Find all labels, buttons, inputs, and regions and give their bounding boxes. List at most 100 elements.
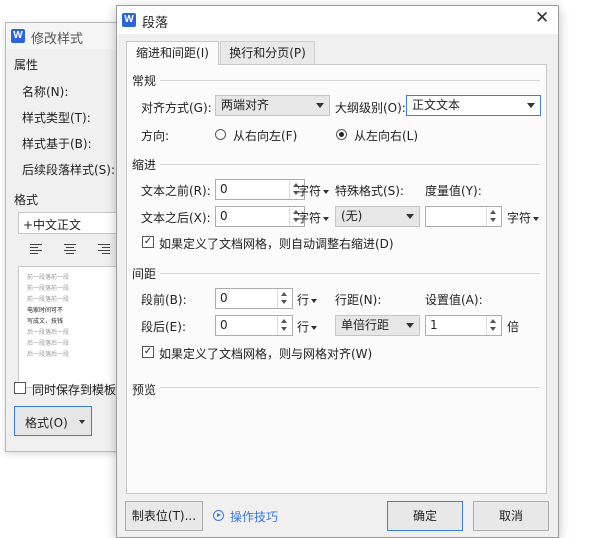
chevron-down-icon <box>527 103 535 108</box>
indent-after-value: 0 <box>220 209 228 223</box>
grid-align-label: 如果定义了文档网格，则与网格对齐(W) <box>159 347 373 361</box>
preview-line: 写成文，技钱 <box>27 318 64 325</box>
tab-line-page-breaks[interactable]: 换行和分页(P) <box>220 41 315 64</box>
line-spacing-value: 单倍行距 <box>341 318 390 332</box>
line-spacing-label: 行距(N): <box>335 293 382 307</box>
spin-buttons[interactable] <box>277 289 292 308</box>
spin-up-icon[interactable] <box>490 210 496 214</box>
preview-line: 前一段落前一段 <box>27 285 70 292</box>
chevron-down-icon <box>406 323 414 328</box>
wps-logo-icon: W <box>122 13 136 27</box>
format-button[interactable]: 格式(O) <box>14 406 92 436</box>
chevron-down-icon <box>323 189 330 194</box>
space-before-unit[interactable]: 行 <box>297 291 318 308</box>
spin-down-icon[interactable] <box>490 218 496 222</box>
preview-line: 后一段落后一段 <box>27 340 70 347</box>
following-style-label: 后续段落样式(S): <box>22 163 116 177</box>
measure-stepper[interactable] <box>425 206 502 227</box>
align-left-icon[interactable] <box>28 242 44 256</box>
name-label: 名称(N): <box>22 85 69 99</box>
spin-up-icon[interactable] <box>490 319 496 323</box>
modify-style-titlebar: W 修改样式 <box>6 23 124 49</box>
special-format-select[interactable]: (无) <box>335 206 420 227</box>
special-format-value: (无) <box>341 209 363 223</box>
indent-before-label: 文本之前(R): <box>141 184 211 198</box>
setting-value-stepper[interactable]: 1 <box>425 315 502 336</box>
tab-indent-spacing[interactable]: 缩进和间距(I) <box>126 41 219 65</box>
spin-down-icon[interactable] <box>490 327 496 331</box>
spin-buttons[interactable] <box>486 207 501 226</box>
grid-align-checkbox[interactable]: ✓ <box>142 346 154 358</box>
preview-line: 后一段落后一段 <box>27 329 70 336</box>
spin-buttons[interactable] <box>277 316 292 335</box>
ltr-radio[interactable] <box>336 129 347 140</box>
preview-line: 前一段落前一段 <box>27 274 70 281</box>
rtl-radio[interactable] <box>215 129 226 140</box>
style-preview-pane: 前一段落前一段 前一段落前一段 前一段落前一段 电家时间可不 写成文，技钱 后一… <box>18 266 122 388</box>
dialog-title: 段落 <box>142 16 169 31</box>
font-combo[interactable]: +中文正文 <box>18 212 124 234</box>
special-format-label: 特殊格式(S): <box>335 184 405 198</box>
save-to-template-label: 同时保存到模板 <box>32 383 117 397</box>
spin-down-icon[interactable] <box>281 300 287 304</box>
paragraph-dialog: W 段落 ✕ 缩进和间距(I) 换行和分页(P) 常规 对齐方式(G): 两端对… <box>116 5 559 538</box>
close-icon[interactable]: ✕ <box>535 8 549 28</box>
space-after-stepper[interactable]: 0 <box>215 315 293 336</box>
spin-up-icon[interactable] <box>281 292 287 296</box>
space-before-label: 段前(B): <box>141 293 187 307</box>
auto-adjust-label: 如果定义了文档网格，则自动调整右缩进(D) <box>159 237 394 251</box>
preview-line: 后一段落后一段 <box>27 351 70 358</box>
alignment-value: 两端对齐 <box>221 98 270 112</box>
ok-button[interactable]: 确定 <box>387 501 463 531</box>
indent-before-stepper[interactable]: 0 <box>215 179 305 200</box>
tips-link-label: 操作技巧 <box>230 510 279 524</box>
format-section-label: 格式 <box>14 193 39 207</box>
style-type-label: 样式类型(T): <box>22 111 91 125</box>
wps-logo-icon: W <box>11 29 25 43</box>
indent-after-stepper[interactable]: 0 <box>215 206 305 227</box>
setting-value: 1 <box>430 318 438 332</box>
unit-text: 字符 <box>297 211 322 225</box>
alignment-select[interactable]: 两端对齐 <box>215 95 330 116</box>
unit-text: 字符 <box>507 211 532 225</box>
line-spacing-select[interactable]: 单倍行距 <box>335 315 420 336</box>
setting-value-label: 设置值(A): <box>425 293 483 307</box>
chevron-down-icon <box>316 103 324 108</box>
space-before-stepper[interactable]: 0 <box>215 288 293 309</box>
unit-text: 行 <box>297 293 310 307</box>
play-circle-icon <box>213 510 224 521</box>
modify-style-title: 修改样式 <box>31 32 84 47</box>
tab-stops-button[interactable]: 制表位(T)... <box>125 501 203 531</box>
chevron-down-icon <box>79 420 85 424</box>
auto-adjust-checkbox[interactable]: ✓ <box>142 236 154 248</box>
section-divider <box>160 387 540 388</box>
based-on-label: 样式基于(B): <box>22 137 92 151</box>
indent-after-unit[interactable]: 字符 <box>297 209 330 226</box>
space-after-unit[interactable]: 行 <box>297 318 318 335</box>
preview-section-label: 预览 <box>132 383 157 397</box>
space-after-value: 0 <box>220 318 228 332</box>
unit-text: 字符 <box>297 184 322 198</box>
preview-line: 前一段落前一段 <box>27 296 70 303</box>
props-section-label: 属性 <box>14 58 39 72</box>
paragraph-titlebar: W 段落 ✕ <box>117 6 558 34</box>
space-before-value: 0 <box>220 291 228 305</box>
format-button-label: 格式(O) <box>25 416 68 430</box>
outline-level-select[interactable]: 正文文本 <box>406 95 541 116</box>
spacing-section-label: 间距 <box>132 267 157 281</box>
cancel-button[interactable]: 取消 <box>473 501 549 531</box>
outline-level-label: 大纲级别(O): <box>335 101 406 115</box>
indent-before-unit[interactable]: 字符 <box>297 182 330 199</box>
align-center-icon[interactable] <box>62 242 78 256</box>
measure-unit[interactable]: 字符 <box>507 209 540 226</box>
tips-link[interactable]: 操作技巧 <box>213 508 283 526</box>
spin-down-icon[interactable] <box>281 327 287 331</box>
space-after-label: 段后(E): <box>141 320 186 334</box>
spin-up-icon[interactable] <box>281 319 287 323</box>
save-to-template-checkbox[interactable] <box>14 382 26 394</box>
spin-buttons[interactable] <box>486 316 501 335</box>
ltr-label: 从左向右(L) <box>354 129 419 143</box>
align-right-icon[interactable] <box>96 242 112 256</box>
unit-text: 行 <box>297 320 310 334</box>
direction-label: 方向: <box>141 129 170 143</box>
